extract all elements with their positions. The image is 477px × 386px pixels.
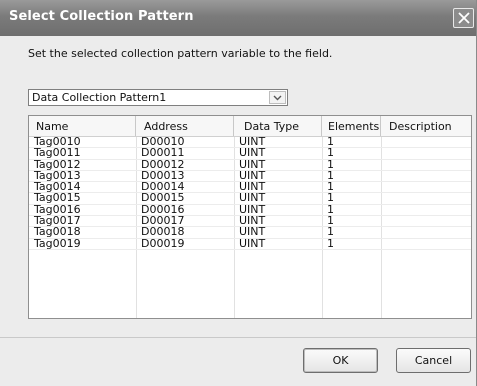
cell-data-type: UINT	[239, 236, 266, 250]
cell-elements: 1	[327, 146, 334, 160]
dialog-window: Select Collection Pattern Set the select…	[0, 0, 477, 386]
cell-name: Tag0018	[34, 225, 81, 239]
cell-address: D00019	[141, 236, 185, 250]
cell-data-type: UINT	[239, 146, 266, 160]
cell-name: Tag0011	[34, 146, 81, 160]
collection-pattern-select[interactable]: Data Collection Pattern1	[28, 89, 288, 106]
cancel-button[interactable]: Cancel	[396, 348, 471, 373]
cell-address: D00018	[141, 225, 185, 239]
column-header-elements[interactable]: Elements	[322, 116, 381, 136]
column-header-data-type[interactable]: Data Type	[234, 116, 322, 136]
dialog-title: Select Collection Pattern	[9, 9, 194, 24]
chevron-down-icon	[273, 95, 282, 101]
close-button[interactable]	[453, 8, 474, 28]
table-header: Name Address Data Type Elements Descript…	[29, 116, 471, 137]
cell-elements: 1	[327, 236, 334, 250]
cell-elements: 1	[327, 157, 334, 171]
ok-button[interactable]: OK	[303, 348, 378, 373]
cell-name: Tag0015	[34, 191, 81, 205]
cell-data-type: UINT	[239, 157, 266, 171]
close-icon	[458, 12, 470, 24]
dropdown-button[interactable]	[269, 91, 286, 104]
table-body: Tag0010 D00010 UINT 1 Tag0011 D00011 UIN…	[29, 136, 471, 250]
collection-pattern-value: Data Collection Pattern1	[32, 91, 167, 104]
column-header-description[interactable]: Description	[381, 116, 471, 136]
column-header-name[interactable]: Name	[29, 116, 136, 136]
cell-elements: 1	[327, 225, 334, 239]
cell-name: Tag0019	[34, 236, 81, 250]
title-bar[interactable]: Select Collection Pattern	[0, 0, 476, 36]
column-header-address[interactable]: Address	[136, 116, 234, 136]
cell-data-type: UINT	[239, 225, 266, 239]
variable-table[interactable]: Name Address Data Type Elements Descript…	[28, 115, 472, 319]
cell-address: D00015	[141, 191, 185, 205]
cell-elements: 1	[327, 191, 334, 205]
cell-address: D00011	[141, 146, 185, 160]
instruction-text: Set the selected collection pattern vari…	[28, 47, 333, 60]
cell-address: D00012	[141, 157, 185, 171]
cell-data-type: UINT	[239, 191, 266, 205]
cell-name: Tag0012	[34, 157, 81, 171]
table-row[interactable]: Tag0019 D00019 UINT 1	[29, 236, 471, 250]
footer-divider	[0, 337, 476, 338]
